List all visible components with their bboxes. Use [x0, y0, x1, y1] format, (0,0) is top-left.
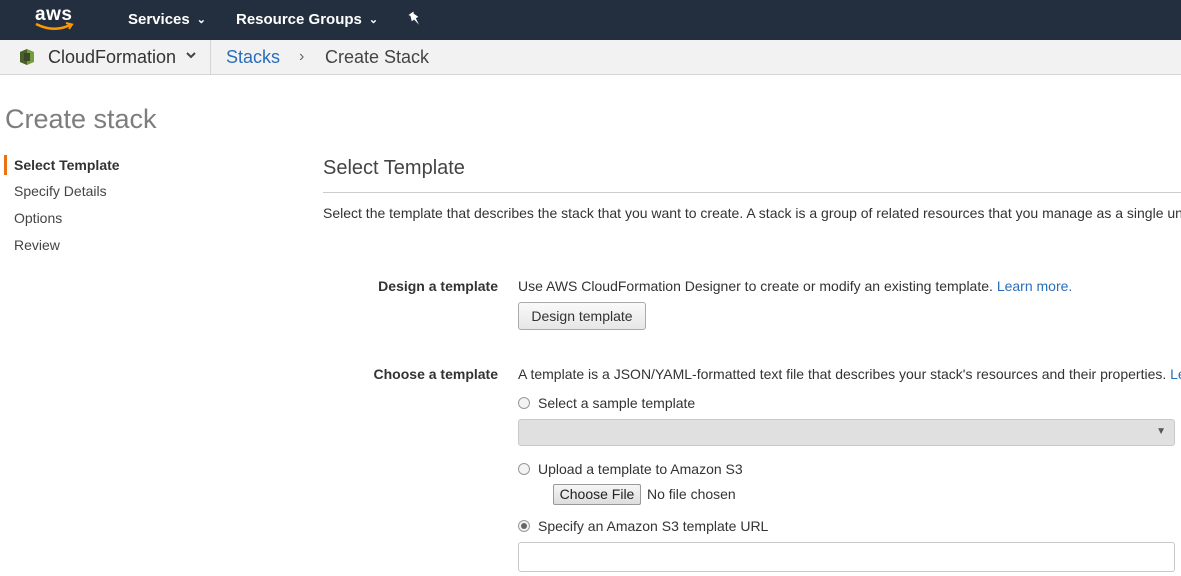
file-status: No file chosen [647, 486, 736, 502]
pin-icon[interactable] [408, 11, 422, 32]
sample-template-option[interactable]: Select a sample template [518, 395, 695, 411]
s3-url-option[interactable]: Specify an Amazon S3 template URL [518, 518, 768, 534]
upload-template-radio[interactable] [518, 463, 530, 476]
top-nav-bar: aws Services ⌄ Resource Groups ⌄ [0, 0, 1181, 40]
design-learn-more-link[interactable]: Learn more. [997, 278, 1072, 294]
section-title: Select Template [323, 157, 465, 179]
divider [210, 40, 211, 74]
breadcrumb-current: Create Stack [325, 47, 430, 67]
design-template-label: Design a template [378, 278, 498, 294]
section-divider [323, 192, 1181, 193]
section-intro: Select the template that describes the s… [323, 205, 1181, 221]
design-template-text: Use AWS CloudFormation Designer to creat… [518, 278, 993, 294]
aws-logo[interactable]: aws [34, 4, 76, 34]
caret-down-icon: ▼ [1156, 426, 1166, 437]
step-review[interactable]: Review [14, 237, 60, 253]
services-menu[interactable]: Services ⌄ [128, 11, 206, 28]
s3-url-radio[interactable] [518, 520, 530, 533]
upload-template-option[interactable]: Upload a template to Amazon S3 [518, 461, 743, 477]
aws-smile-icon [35, 22, 74, 30]
cloudformation-icon [19, 48, 35, 71]
design-template-button[interactable]: Design template [518, 302, 646, 330]
breadcrumb-separator-icon: › [299, 48, 305, 65]
breadcrumb-bar: CloudFormation Stacks › Create Stack [0, 40, 1181, 75]
choose-template-description: A template is a JSON/YAML-formatted text… [518, 366, 1181, 382]
s3-url-option-label: Specify an Amazon S3 template URL [538, 518, 769, 534]
step-select-template[interactable]: Select Template [14, 157, 120, 173]
service-name[interactable]: CloudFormation [48, 47, 176, 68]
design-template-description: Use AWS CloudFormation Designer to creat… [518, 278, 1072, 294]
chevron-down-icon: ⌄ [196, 14, 206, 26]
sample-template-select[interactable]: ▼ [518, 419, 1175, 446]
step-options[interactable]: Options [14, 210, 62, 226]
sample-template-option-label: Select a sample template [538, 395, 696, 411]
resource-groups-label: Resource Groups [236, 11, 362, 28]
sample-template-radio[interactable] [518, 397, 530, 410]
s3-template-url-input[interactable] [518, 542, 1175, 572]
choose-template-text: A template is a JSON/YAML-formatted text… [518, 366, 1167, 382]
choose-learn-more-link[interactable]: Lear [1170, 366, 1181, 382]
chevron-down-icon: ⌄ [368, 14, 379, 26]
upload-template-option-label: Upload a template to Amazon S3 [538, 461, 743, 477]
choose-file-button[interactable]: Choose File [553, 484, 641, 505]
choose-template-label: Choose a template [373, 366, 498, 382]
page-title: Create stack [5, 104, 157, 134]
chevron-down-icon[interactable] [185, 48, 197, 66]
active-step-indicator [4, 155, 7, 175]
resource-groups-menu[interactable]: Resource Groups ⌄ [236, 11, 378, 28]
breadcrumb-stacks-link[interactable]: Stacks [226, 47, 280, 68]
services-label: Services [128, 11, 190, 28]
step-specify-details[interactable]: Specify Details [14, 183, 107, 199]
